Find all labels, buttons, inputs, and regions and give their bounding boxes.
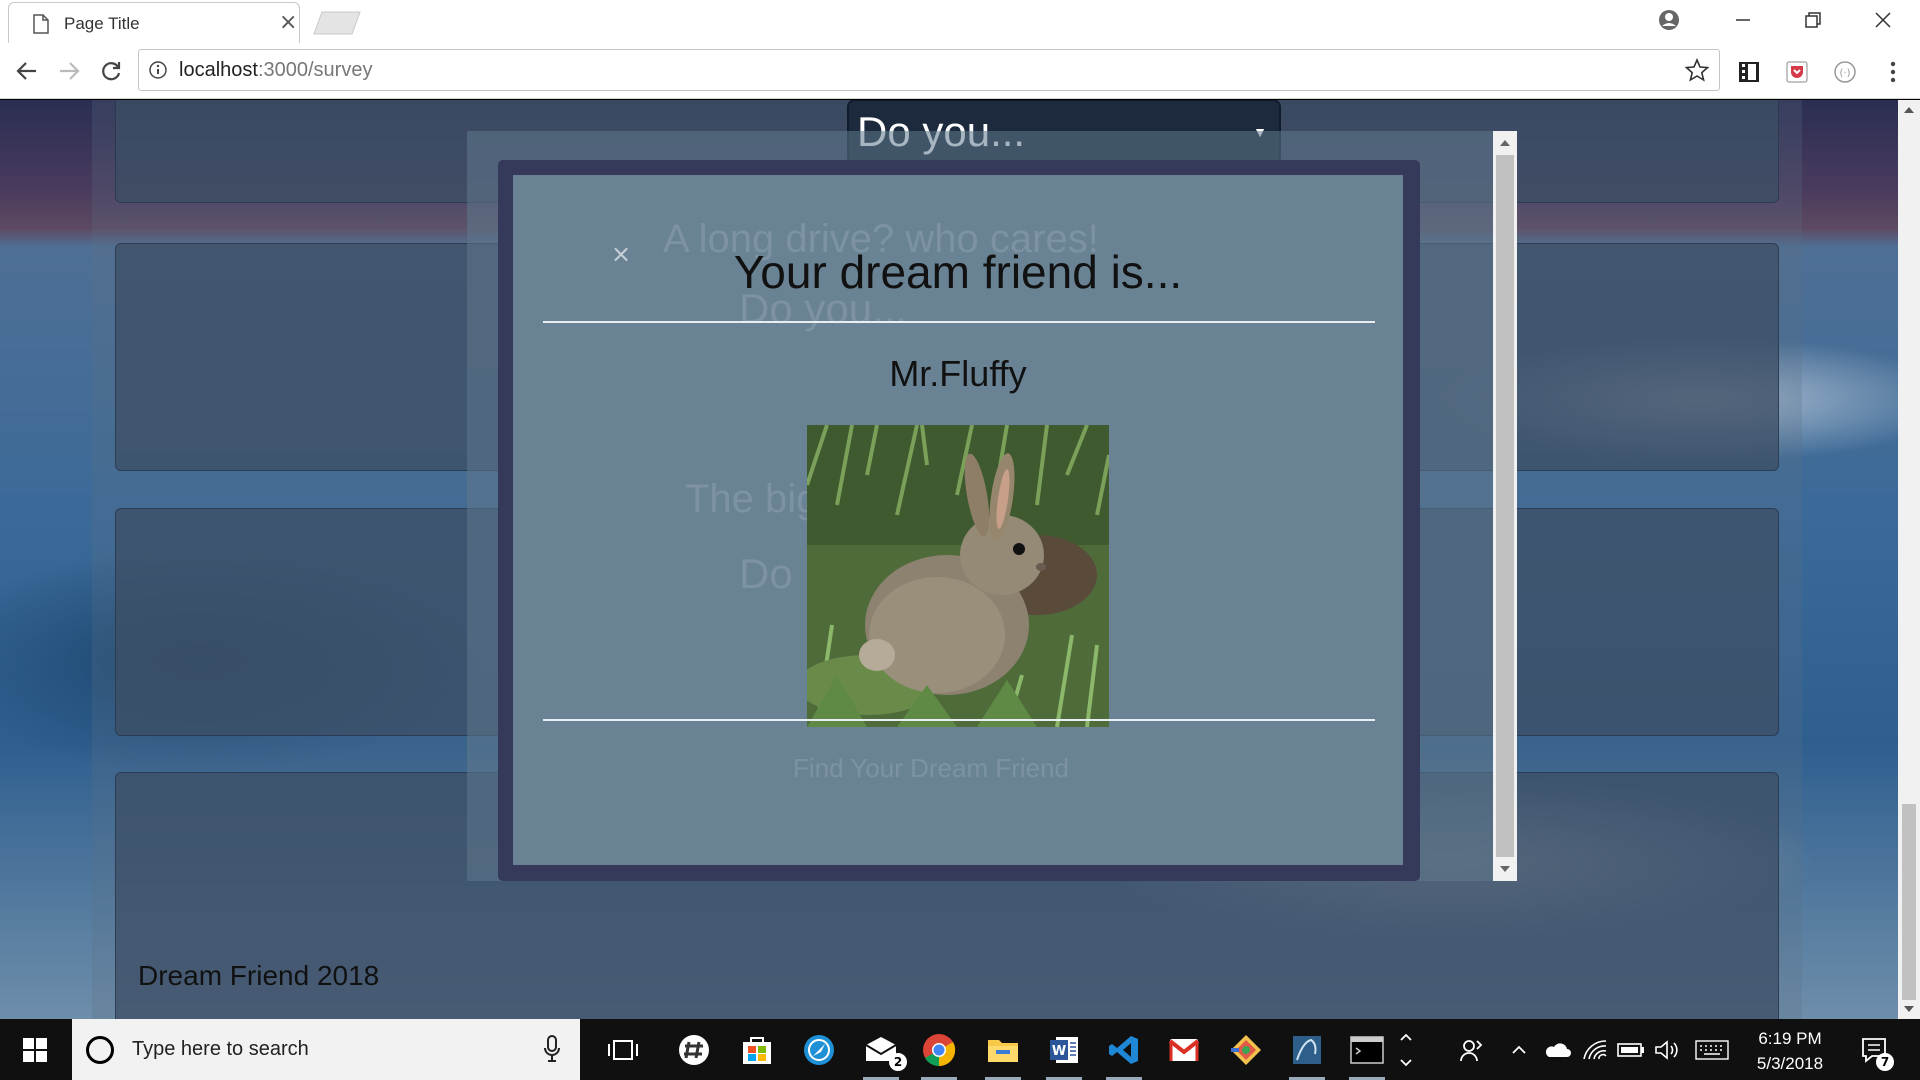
tab-close-icon[interactable]: × — [279, 12, 297, 34]
result-modal: A long drive? who cares! Do you... The b… — [498, 160, 1420, 881]
windows-taskbar: Type here to search 2 W 6:19 PM 5/3/2018… — [0, 1019, 1920, 1080]
url-text[interactable]: localhost:3000/survey — [179, 59, 372, 82]
taskbar-clock[interactable]: 6:19 PM 5/3/2018 — [1735, 1026, 1845, 1076]
modal-divider — [543, 719, 1375, 721]
url-host: localhost — [179, 59, 258, 81]
word-icon[interactable]: W — [1042, 1029, 1086, 1080]
action-center-icon[interactable]: 7 — [1852, 1029, 1896, 1071]
profile-icon[interactable] — [1634, 0, 1704, 40]
bookmark-star-icon[interactable] — [1685, 58, 1709, 82]
tray-expand-icon[interactable] — [1504, 1029, 1534, 1071]
mail-icon[interactable]: 2 — [859, 1029, 907, 1080]
address-bar[interactable]: localhost:3000/survey — [138, 49, 1720, 91]
clock-time: 6:19 PM — [1758, 1029, 1822, 1048]
cortana-icon — [86, 1036, 114, 1064]
modal-divider — [543, 321, 1375, 323]
browser-tab[interactable]: Page Title × — [8, 2, 300, 43]
page-scroll-down-icon[interactable] — [1898, 999, 1920, 1019]
restore-icon[interactable] — [1778, 0, 1848, 40]
extension-pocket-icon[interactable] — [1782, 57, 1812, 87]
svg-text:W: W — [1052, 1044, 1066, 1059]
extension-circle-icon[interactable]: (·) — [1830, 57, 1860, 87]
chrome-icon[interactable] — [917, 1029, 961, 1080]
tab-title: Page Title — [64, 14, 140, 33]
browser-tab-strip: Page Title × — [0, 0, 1920, 43]
page-scrollbar[interactable] — [1898, 100, 1920, 1019]
page-scrollbar-thumb[interactable] — [1902, 804, 1916, 1000]
file-explorer-icon[interactable] — [981, 1029, 1025, 1080]
volume-icon[interactable] — [1650, 1029, 1684, 1071]
mysql-workbench-icon[interactable] — [1285, 1029, 1329, 1080]
svg-text:(·): (·) — [1840, 68, 1851, 79]
reload-icon[interactable] — [96, 56, 126, 86]
modal-scrollbar[interactable] — [1493, 131, 1517, 881]
notification-badge: 7 — [1876, 1053, 1894, 1071]
slack-icon[interactable] — [672, 1029, 716, 1071]
modal-title: Your dream friend is... — [733, 246, 1183, 298]
site-info-icon[interactable] — [149, 61, 167, 79]
people-icon[interactable] — [1450, 1029, 1494, 1071]
taskbar-overflow-chevron-icon[interactable] — [1394, 1029, 1418, 1071]
task-view-icon[interactable] — [601, 1029, 645, 1071]
modal-content: A long drive? who cares! Do you... The b… — [513, 175, 1403, 865]
minimize-icon[interactable] — [1708, 0, 1778, 40]
forward-arrow-icon[interactable] — [54, 56, 84, 86]
browser-toolbar: localhost:3000/survey (·) — [0, 43, 1920, 99]
battery-icon[interactable] — [1614, 1029, 1648, 1071]
gmail-icon[interactable] — [1162, 1029, 1206, 1071]
microphone-icon[interactable] — [544, 1035, 560, 1063]
close-window-icon[interactable] — [1848, 0, 1918, 40]
mail-badge: 2 — [889, 1053, 907, 1071]
clock-date: 5/3/2018 — [1756, 1054, 1824, 1073]
friend-photo-rabbit — [807, 425, 1109, 727]
friend-name: Mr.Fluffy — [889, 353, 1027, 394]
onedrive-icon[interactable] — [1540, 1029, 1574, 1071]
extension-film-icon[interactable] — [1734, 57, 1764, 87]
windows-start-icon[interactable] — [0, 1019, 70, 1080]
modal-scrollbar-thumb[interactable] — [1496, 155, 1514, 857]
ghost-select: Do — [739, 550, 793, 597]
taskbar-search-box[interactable]: Type here to search — [72, 1019, 580, 1080]
back-arrow-icon[interactable] — [12, 56, 42, 86]
vscode-icon[interactable] — [1102, 1029, 1146, 1080]
wifi-icon[interactable] — [1578, 1029, 1612, 1071]
page-icon — [33, 14, 49, 34]
browser-menu-icon[interactable] — [1878, 57, 1908, 87]
page-scroll-up-icon[interactable] — [1898, 100, 1920, 120]
url-path: :3000/survey — [257, 59, 373, 81]
scroll-up-icon[interactable] — [1493, 131, 1517, 155]
compass-app-icon[interactable] — [797, 1029, 841, 1071]
gitkraken-icon[interactable] — [1224, 1029, 1268, 1071]
new-tab-button[interactable] — [312, 10, 364, 36]
store-icon[interactable] — [735, 1029, 779, 1071]
page-footer: Dream Friend 2018 — [138, 960, 380, 991]
scroll-down-icon[interactable] — [1493, 857, 1517, 881]
keyboard-icon[interactable] — [1690, 1029, 1734, 1071]
search-placeholder: Type here to search — [132, 1038, 309, 1060]
ghost-submit-button: Find Your Dream Friend — [793, 753, 1070, 783]
terminal-icon[interactable] — [1345, 1029, 1389, 1080]
